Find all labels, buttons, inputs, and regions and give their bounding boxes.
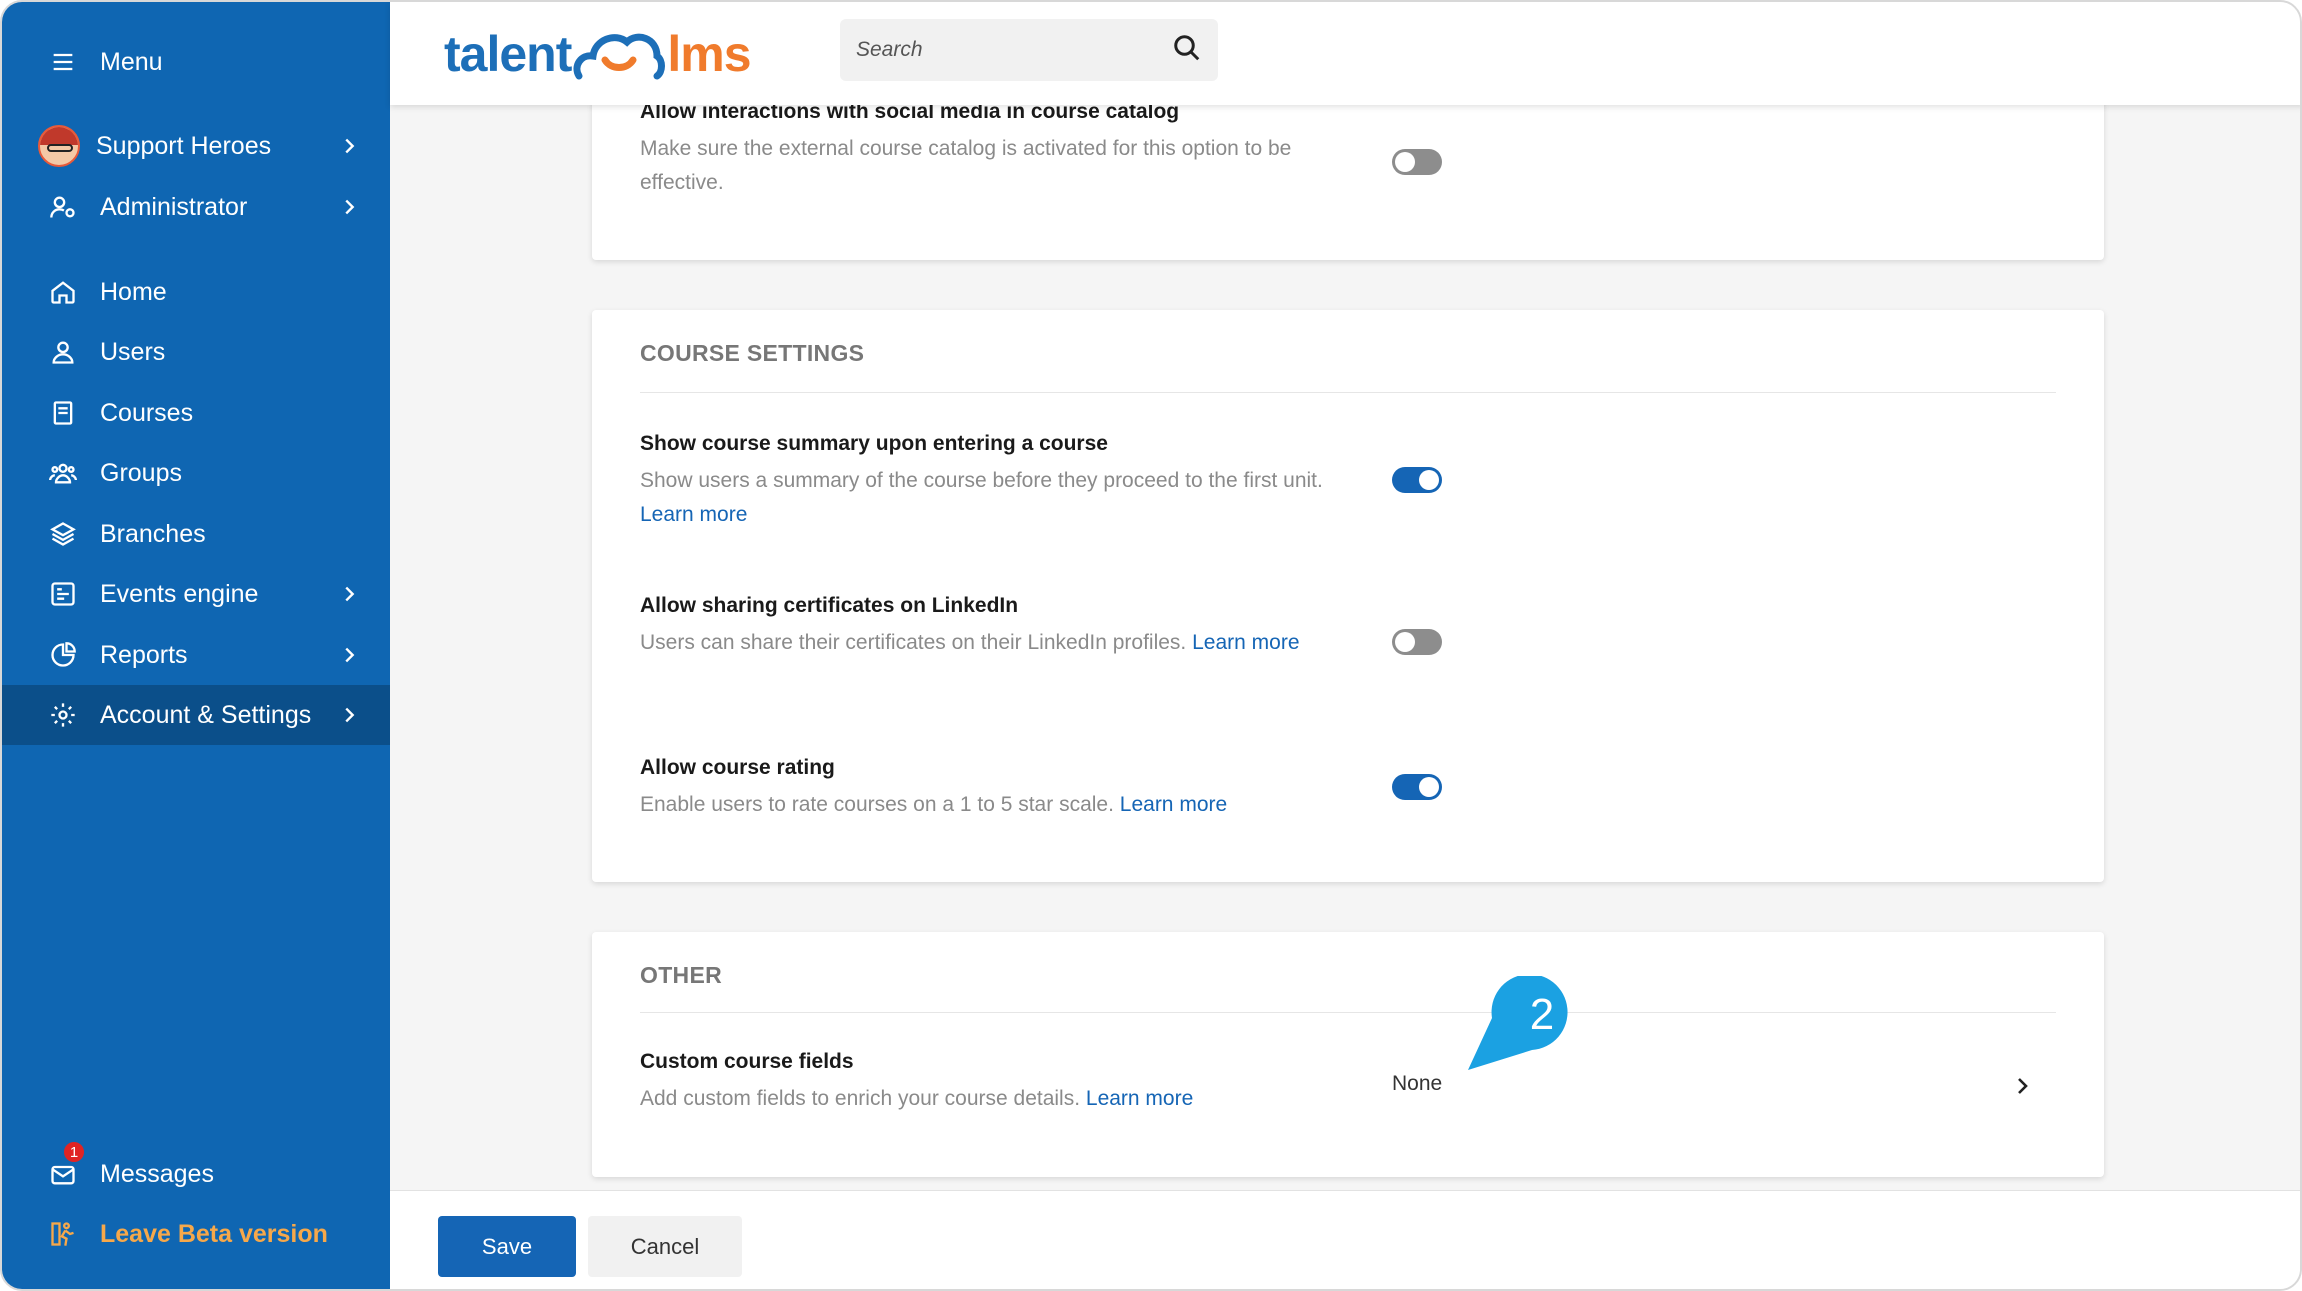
divider <box>640 1012 2056 1013</box>
save-button[interactable]: Save <box>438 1216 576 1277</box>
sidebar-item-courses[interactable]: Courses <box>2 383 390 443</box>
sidebar-item-label: Account & Settings <box>100 700 312 729</box>
logo-text-lms: lms <box>667 26 751 82</box>
sidebar-item-portal[interactable]: Support Heroes <box>2 116 390 176</box>
talentlms-logo[interactable]: talent lms <box>444 20 752 88</box>
search-icon[interactable] <box>1172 33 1202 68</box>
search-input[interactable] <box>856 38 1172 62</box>
book-icon <box>48 398 78 428</box>
course-settings-card: COURSE SETTINGS Show course summary upon… <box>592 310 2104 882</box>
sidebar-item-label: Home <box>100 277 167 306</box>
portal-label: Support Heroes <box>96 131 272 160</box>
gear-icon <box>48 700 78 730</box>
leave-beta-label: Leave Beta version <box>100 1219 328 1248</box>
user-gear-icon <box>48 192 78 222</box>
sidebar-item-branches[interactable]: Branches <box>2 504 390 564</box>
row-title: Allow sharing certificates on LinkedIn <box>640 594 1019 617</box>
leave-beta-button[interactable]: Leave Beta version <box>2 1204 390 1264</box>
chevron-right-icon <box>338 196 360 218</box>
sidebar-item-label: Courses <box>100 398 194 427</box>
row-description: Make sure the external course catalog is… <box>640 137 1292 194</box>
section-title: COURSE SETTINGS <box>640 340 865 366</box>
sidebar-item-users[interactable]: Users <box>2 322 390 382</box>
social-media-toggle[interactable] <box>1392 149 1442 175</box>
chevron-right-icon <box>338 583 360 605</box>
events-icon <box>48 579 78 609</box>
sidebar-item-label: Groups <box>100 458 182 487</box>
messages-badge: 1 <box>62 1140 86 1164</box>
sidebar: Menu Support Heroes Administrator Home U… <box>2 2 390 1289</box>
row-title: Show course summary upon entering a cour… <box>640 432 1108 455</box>
sidebar-item-label: Events engine <box>100 579 259 608</box>
row-description: Show users a summary of the course befor… <box>640 469 1323 526</box>
sidebar-item-messages[interactable]: 1 Messages <box>2 1140 390 1204</box>
learn-more-link[interactable]: Learn more <box>1120 793 1227 816</box>
cancel-button[interactable]: Cancel <box>588 1216 742 1277</box>
menu-button[interactable]: Menu <box>2 32 390 92</box>
form-footer: Save Cancel <box>390 1190 2300 1289</box>
sidebar-item-label: Reports <box>100 640 188 669</box>
other-card: OTHER Custom course fields Add custom fi… <box>592 932 2104 1177</box>
section-title: OTHER <box>640 962 722 988</box>
cloud-logo-icon <box>573 33 666 80</box>
sidebar-item-home[interactable]: Home <box>2 262 390 322</box>
chevron-right-icon[interactable] <box>2010 1074 2034 1098</box>
step-callout: 2 <box>1466 974 1570 1076</box>
row-description: Add custom fields to enrich your course … <box>640 1087 1194 1110</box>
sidebar-item-label: Messages <box>100 1159 214 1188</box>
course-rating-toggle[interactable] <box>1392 774 1442 800</box>
top-header: talent lms <box>390 2 2300 105</box>
row-description: Users can share their certificates on th… <box>640 631 1300 654</box>
app-window: Menu Support Heroes Administrator Home U… <box>0 0 2302 1291</box>
course-summary-toggle[interactable] <box>1392 467 1442 493</box>
custom-fields-value[interactable]: None <box>1392 1072 1442 1096</box>
role-label: Administrator <box>100 192 248 221</box>
chevron-right-icon <box>338 644 360 666</box>
divider <box>640 392 2056 393</box>
search-bar <box>840 19 1218 81</box>
row-title: Allow course rating <box>640 756 835 779</box>
linkedin-sharing-toggle[interactable] <box>1392 629 1442 655</box>
sidebar-item-groups[interactable]: Groups <box>2 443 390 503</box>
layers-icon <box>48 519 78 549</box>
sidebar-item-label: Branches <box>100 519 206 548</box>
callout-number: 2 <box>1529 990 1555 1039</box>
sidebar-item-reports[interactable]: Reports <box>2 625 390 685</box>
pie-chart-icon <box>48 640 78 670</box>
home-icon <box>48 277 78 307</box>
logo-text-talent: talent <box>444 26 572 82</box>
chevron-right-icon <box>338 135 360 157</box>
row-title: Custom course fields <box>640 1050 854 1073</box>
row-description: Enable users to rate courses on a 1 to 5… <box>640 793 1228 816</box>
menu-label: Menu <box>100 47 163 76</box>
learn-more-link[interactable]: Learn more <box>1086 1087 1193 1110</box>
sidebar-item-events-engine[interactable]: Events engine <box>2 564 390 624</box>
exit-walk-icon <box>48 1219 78 1249</box>
chevron-right-icon <box>338 704 360 726</box>
sidebar-item-label: Users <box>100 337 166 366</box>
user-icon <box>48 337 78 367</box>
learn-more-link[interactable]: Learn more <box>640 503 747 526</box>
learn-more-link[interactable]: Learn more <box>1192 631 1299 654</box>
sidebar-item-account-settings[interactable]: Account & Settings <box>2 685 390 745</box>
group-icon <box>48 458 78 488</box>
avatar <box>38 125 80 167</box>
sidebar-item-role[interactable]: Administrator <box>2 177 390 237</box>
hamburger-icon <box>48 47 78 77</box>
